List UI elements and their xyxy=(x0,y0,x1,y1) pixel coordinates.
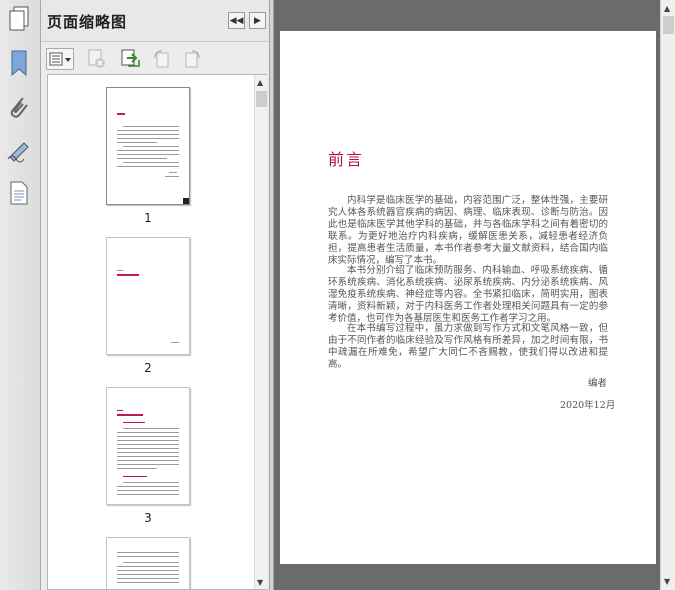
paperclip-icon xyxy=(10,97,28,118)
rotate-right-button[interactable] xyxy=(181,48,203,70)
panel-header: 页面缩略图 ◀◀ ▶ xyxy=(41,0,269,42)
page-thumbnail-2[interactable] xyxy=(106,237,190,355)
page-heading: 前言 xyxy=(328,150,365,169)
attachments-panel-button[interactable] xyxy=(4,92,34,122)
thumbnail-resize-handle[interactable] xyxy=(183,198,189,204)
chevron-right-icon: ▶ xyxy=(254,15,261,26)
layers-panel-button[interactable] xyxy=(4,178,34,208)
signature-pen-icon xyxy=(7,142,29,163)
document-view: 前言 内科学是临床医学的基础，内容范围广泛，整体性强，主要研究人体各系统器官疾病… xyxy=(274,0,660,590)
page-thumbnails-panel: 页面缩略图 ◀◀ ▶ 1 2 3 ▲ ▼ xyxy=(41,0,269,590)
insert-page-icon xyxy=(121,49,140,67)
page-thumbnail-1[interactable] xyxy=(106,87,190,205)
signature-date: 2020年12月 xyxy=(560,400,616,411)
signature-editor: 编者 xyxy=(588,378,608,389)
bookmarks-panel-button[interactable] xyxy=(4,48,34,78)
double-chevron-left-icon: ◀◀ xyxy=(229,15,244,26)
thumbnail-label-1: 1 xyxy=(144,211,152,225)
panel-menu-button[interactable]: ▶ xyxy=(249,12,266,29)
paragraph-3: 在本书编写过程中，虽力求做到写作方式和文笔风格一致，但由于不同作者的临床经验及写… xyxy=(328,323,608,370)
thumbnails-toolbar xyxy=(41,43,269,73)
paragraph-1: 内科学是临床医学的基础，内容范围广泛，整体性强，主要研究人体各系统器官疾病的病因… xyxy=(328,195,608,266)
rotate-right-icon xyxy=(185,50,200,68)
page-thumbnail-3[interactable] xyxy=(106,387,190,505)
paragraph-2: 本书分别介绍了临床预防服务、内科输血、呼吸系统疾病、循环系统疾病、消化系统疾病、… xyxy=(328,265,608,324)
bookmark-icon xyxy=(11,50,27,77)
thumbnail-scroll-thumb[interactable] xyxy=(256,91,267,107)
document-page: 前言 内科学是临床医学的基础，内容范围广泛，整体性强，主要研究人体各系统器官疾病… xyxy=(280,31,656,564)
scroll-down-arrow-icon[interactable]: ▼ xyxy=(257,578,263,587)
doc-scroll-down-arrow-icon[interactable]: ▼ xyxy=(664,577,670,586)
navigation-rail xyxy=(0,0,41,590)
options-list-icon xyxy=(49,52,71,66)
rotate-left-icon xyxy=(154,50,169,68)
collapse-panel-button[interactable]: ◀◀ xyxy=(228,12,245,29)
document-scrollbar[interactable]: ▲ ▼ xyxy=(660,0,675,590)
options-menu-button[interactable] xyxy=(46,48,74,70)
scroll-up-arrow-icon[interactable]: ▲ xyxy=(257,78,263,87)
rotate-left-button[interactable] xyxy=(151,48,173,70)
delete-pages-button[interactable] xyxy=(86,48,108,70)
pages-panel-button[interactable] xyxy=(4,4,34,34)
signatures-panel-button[interactable] xyxy=(4,136,34,166)
doc-scroll-up-arrow-icon[interactable]: ▲ xyxy=(664,4,670,13)
insert-pages-button[interactable] xyxy=(119,48,141,70)
doc-scroll-thumb[interactable] xyxy=(663,16,674,34)
thumbnail-list: 1 2 3 ▲ ▼ xyxy=(47,74,267,590)
delete-page-icon xyxy=(88,49,105,68)
thumbnail-scrollbar[interactable]: ▲ ▼ xyxy=(254,75,267,589)
page-thumbnail-4[interactable] xyxy=(106,537,190,589)
document-icon xyxy=(10,181,28,205)
panel-title: 页面缩略图 xyxy=(47,13,128,31)
thumbnail-label-2: 2 xyxy=(144,361,152,375)
pages-icon xyxy=(9,6,29,31)
thumbnail-label-3: 3 xyxy=(144,511,152,525)
